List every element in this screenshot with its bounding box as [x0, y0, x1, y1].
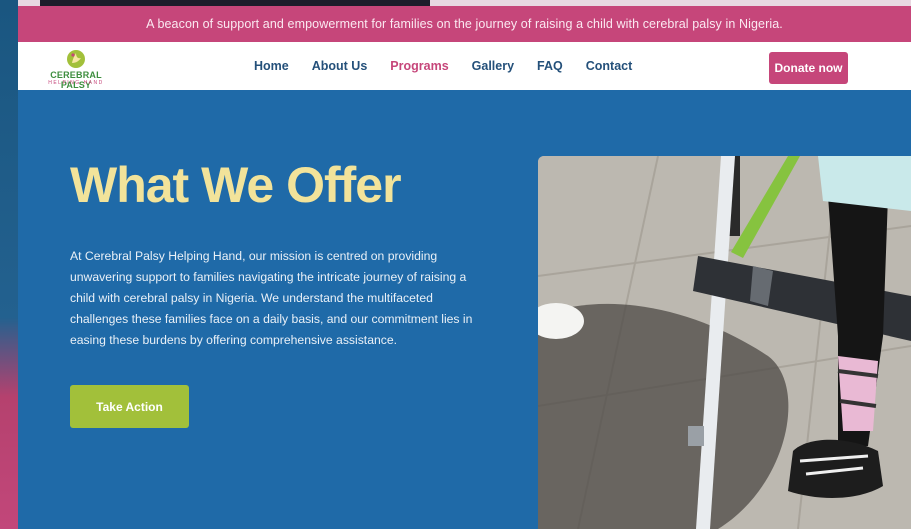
donate-button[interactable]: Donate now — [769, 52, 848, 84]
nav-home[interactable]: Home — [254, 59, 289, 73]
backdrop-left — [0, 0, 18, 529]
site-logo[interactable]: CEREBRAL PALSY HELPING HAND — [36, 49, 116, 90]
logo-tagline: HELPING HAND — [48, 80, 104, 86]
announcement-bar: A beacon of support and empowerment for … — [18, 6, 911, 42]
navbar: CEREBRAL PALSY HELPING HAND Home About U… — [18, 42, 911, 90]
nav-programs[interactable]: Programs — [390, 59, 448, 73]
main-nav: Home About Us Programs Gallery FAQ Conta… — [254, 42, 655, 90]
nav-faq[interactable]: FAQ — [537, 59, 563, 73]
announcement-text: A beacon of support and empowerment for … — [146, 17, 783, 31]
take-action-button[interactable]: Take Action — [70, 385, 189, 428]
website-page: A beacon of support and empowerment for … — [18, 6, 911, 529]
hero-title: What We Offer — [70, 157, 402, 213]
child-with-walker-image — [538, 156, 911, 529]
hero-photo — [538, 156, 911, 529]
nav-about-us[interactable]: About Us — [312, 59, 368, 73]
hero-description: At Cerebral Palsy Helping Hand, our miss… — [70, 249, 473, 348]
helping-hand-logo-icon — [67, 50, 85, 68]
nav-contact[interactable]: Contact — [586, 59, 633, 73]
nav-gallery[interactable]: Gallery — [472, 59, 514, 73]
